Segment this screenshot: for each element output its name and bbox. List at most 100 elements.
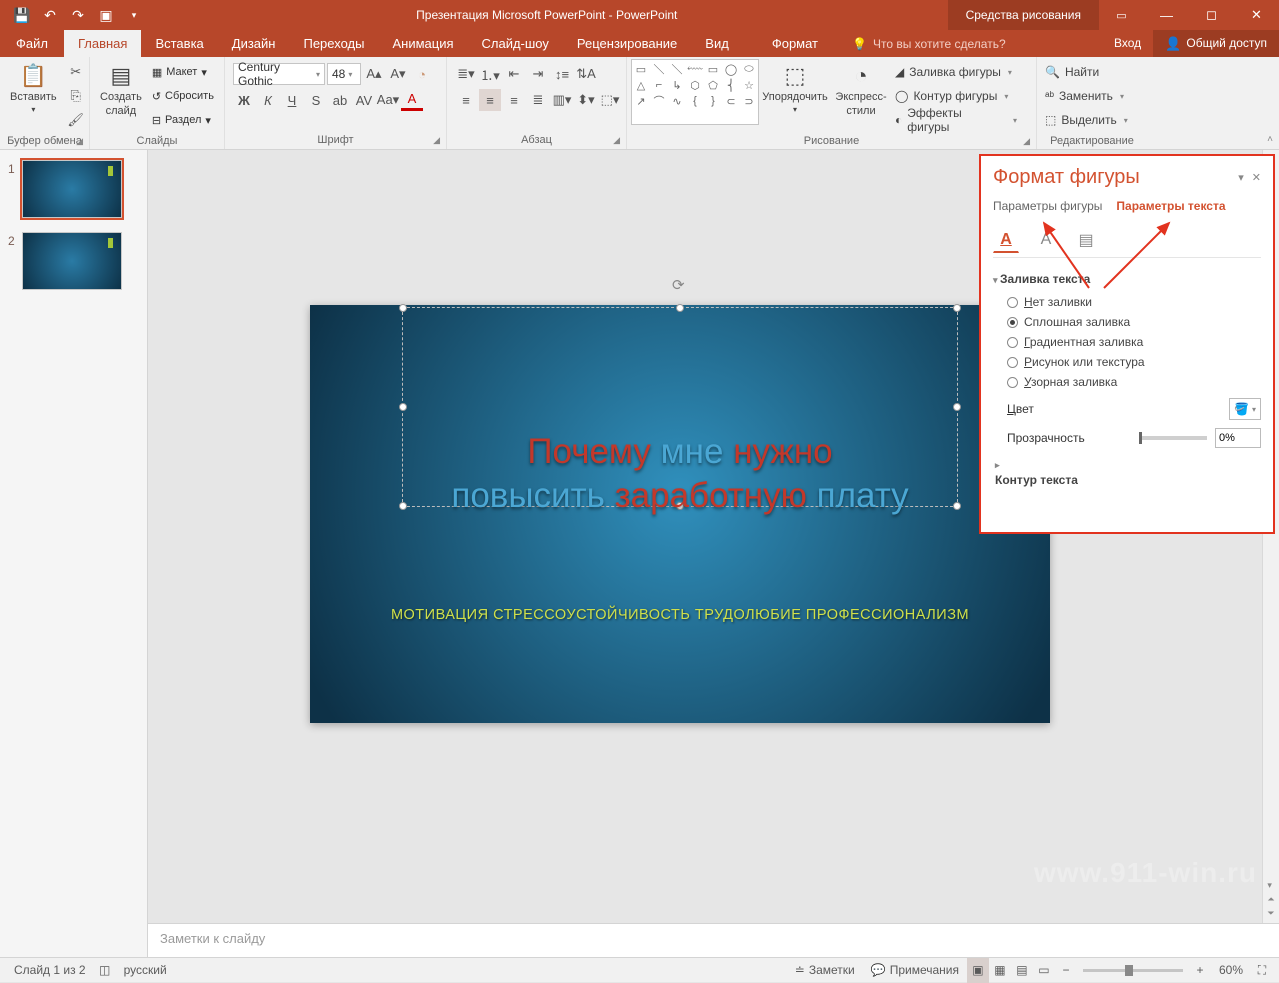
slide-subtitle-text[interactable]: МОТИВАЦИЯ СТРЕССОУСТОЙЧИВОСТЬ ТРУДОЛЮБИЕ… [380,607,980,623]
qat-more-icon[interactable]: ▾ [122,3,146,27]
text-direction-icon[interactable]: ⇅A [575,63,597,85]
smartart-icon[interactable]: ⬚▾ [599,89,621,111]
copy-icon[interactable]: ⎘ [65,85,87,107]
radio-gradient-fill[interactable]: Градиентная заливка [993,332,1261,352]
italic-icon[interactable]: К [257,89,279,111]
align-right-icon[interactable]: ≡ [503,89,525,111]
pane-close-icon[interactable]: ✕ [1252,171,1261,184]
clear-format-icon[interactable]: ◔ [411,63,433,85]
shape-effects-button[interactable]: ◐Эффекты фигуры▾ [893,109,1019,131]
align-text-icon[interactable]: ⬍▾ [575,89,597,111]
find-button[interactable]: 🔍Найти [1043,61,1139,83]
slideshow-view-icon[interactable]: ▭ [1033,958,1055,983]
cut-icon[interactable]: ✂ [65,61,87,83]
tab-view[interactable]: Вид [691,30,743,57]
close-icon[interactable]: ✕ [1234,0,1279,30]
tell-me[interactable]: 💡Что вы хотите сделать? [832,30,1102,57]
line-spacing-icon[interactable]: ↕≡ [551,63,573,85]
strike-icon[interactable]: S [305,89,327,111]
transparency-spinner[interactable] [1215,428,1261,448]
section-button[interactable]: ⊟ Раздел ▾ [150,109,216,131]
minimize-icon[interactable]: — [1144,0,1189,30]
slide-thumbnail-1[interactable] [22,160,122,218]
prev-slide-icon[interactable]: ⏶ [1267,894,1274,905]
resize-handle[interactable] [399,403,407,411]
char-spacing-icon[interactable]: AV [353,89,375,111]
tab-slideshow[interactable]: Слайд-шоу [468,30,563,57]
normal-view-icon[interactable]: ▣ [967,958,989,983]
pane-tab-text[interactable]: Параметры текста [1116,199,1225,213]
select-button[interactable]: ⬚Выделить▾ [1043,109,1139,131]
text-fill-outline-icon[interactable]: A [993,227,1019,253]
start-from-beginning-icon[interactable]: ▣ [94,3,118,27]
radio-pattern-fill[interactable]: Узорная заливка [993,372,1261,392]
scroll-down-icon[interactable]: ▾ [1267,880,1274,891]
bullets-icon[interactable]: ≣▾ [455,63,477,85]
slide-thumbnail-2[interactable] [22,232,122,290]
columns-icon[interactable]: ▥▾ [551,89,573,111]
redo-icon[interactable]: ↷ [66,3,90,27]
save-icon[interactable]: 💾 [10,3,34,27]
section-text-outline[interactable]: Контур текста [993,458,1261,489]
shadow-icon[interactable]: ab [329,89,351,111]
notes-pane[interactable]: Заметки к слайду [148,923,1279,957]
radio-picture-fill[interactable]: Рисунок или текстура [993,352,1261,372]
grow-font-icon[interactable]: A▴ [363,63,385,85]
replace-button[interactable]: ᵃᵇЗаменить▾ [1043,85,1139,107]
tab-animations[interactable]: Анимация [378,30,467,57]
spellcheck-icon[interactable]: ◫ [94,958,116,983]
notes-toggle[interactable]: ≐ Заметки [787,958,863,983]
shapes-gallery[interactable]: ▭＼＼⬳▭◯⬭ △⌐↳⬡⬠⎨☆ ↗⌒∿{}⊂⊃ [631,59,759,125]
dialog-launcher-icon[interactable]: ◢ [613,135,620,146]
new-slide-button[interactable]: ▤Создать слайд [94,59,148,122]
radio-solid-fill[interactable]: Сплошная заливка [993,312,1261,332]
align-left-icon[interactable]: ≡ [455,89,477,111]
dec-indent-icon[interactable]: ⇤ [503,63,525,85]
tab-insert[interactable]: Вставка [141,30,217,57]
shrink-font-icon[interactable]: A▾ [387,63,409,85]
font-name-combo[interactable]: Century Gothic▾ [233,63,325,85]
language-indicator[interactable]: русский [116,958,175,983]
shape-fill-button[interactable]: ◢Заливка фигуры▾ [893,61,1019,83]
collapse-ribbon-icon[interactable]: ˄ [1267,134,1273,145]
shape-outline-button[interactable]: ◯Контур фигуры▾ [893,85,1019,107]
reading-view-icon[interactable]: ▤ [1011,958,1033,983]
resize-handle[interactable] [676,304,684,312]
maximize-icon[interactable]: ◻ [1189,0,1234,30]
resize-handle[interactable] [953,304,961,312]
transparency-slider[interactable] [1139,436,1207,440]
pane-menu-icon[interactable]: ▾ [1238,171,1244,184]
zoom-out-icon[interactable]: − [1055,958,1077,983]
dialog-launcher-icon[interactable]: ◢ [76,136,83,147]
textbox-icon[interactable]: ▤ [1073,227,1099,253]
paste-button[interactable]: 📋Вставить▾ [4,59,63,118]
ribbon-options-icon[interactable]: ▭ [1099,0,1144,30]
tab-file[interactable]: Файл [0,30,64,57]
slide-title-text[interactable]: Почему мне нужно повысить заработную пла… [404,430,956,518]
font-size-combo[interactable]: 48▾ [327,63,361,85]
arrange-button[interactable]: ⬚Упорядочить▾ [759,59,831,118]
undo-icon[interactable]: ↶ [38,3,62,27]
format-painter-icon[interactable]: 🖌 [65,109,87,131]
reset-button[interactable]: ↺ Сбросить [150,85,216,107]
slide-counter[interactable]: Слайд 1 из 2 [6,958,94,983]
radio-no-fill[interactable]: Нет заливки [993,292,1261,312]
pane-tab-shape[interactable]: Параметры фигуры [993,199,1102,213]
next-slide-icon[interactable]: ⏷ [1267,908,1274,919]
text-effects-icon[interactable]: A [1033,227,1059,253]
underline-icon[interactable]: Ч [281,89,303,111]
fit-to-window-icon[interactable]: ⛶ [1251,958,1273,983]
resize-handle[interactable] [953,403,961,411]
layout-button[interactable]: ▦ Макет ▾ [150,61,216,83]
bold-icon[interactable]: Ж [233,89,255,111]
resize-handle[interactable] [399,304,407,312]
quick-styles-button[interactable]: ◔Экспресс- стили [831,59,891,122]
share-button[interactable]: 👤Общий доступ [1153,30,1279,57]
tab-design[interactable]: Дизайн [218,30,290,57]
slide[interactable]: ⟳ Почему мне нужно повысить заработную п… [310,305,1050,723]
section-text-fill[interactable]: Заливка текста [993,272,1261,286]
change-case-icon[interactable]: Aa▾ [377,89,399,111]
justify-icon[interactable]: ≣ [527,89,549,111]
color-picker[interactable]: 🪣▾ [1229,398,1261,420]
tab-format[interactable]: Формат [758,30,832,57]
